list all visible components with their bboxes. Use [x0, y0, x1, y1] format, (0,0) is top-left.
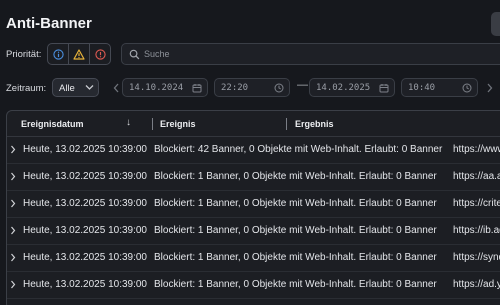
table-header: Ereignisdatum ↓ Ereignis Ergebnis: [7, 111, 500, 137]
chevron-right-icon[interactable]: [10, 253, 16, 262]
column-header-event[interactable]: Ereignis: [160, 119, 196, 129]
row-date: Heute, 13.02.2025 10:39:00: [23, 279, 147, 290]
clock-icon: [274, 83, 284, 93]
row-event: Blockiert: 1 Banner, 0 Objekte mit Web-I…: [154, 171, 437, 182]
column-header-result[interactable]: Ergebnis: [295, 119, 334, 129]
row-result: https://aa.ag: [453, 171, 500, 182]
sort-indicator[interactable]: ↓: [126, 117, 131, 128]
period-label: Zeitraum:: [6, 83, 47, 94]
row-date: Heute, 13.02.2025 10:39:00: [23, 144, 147, 155]
row-result: https://www.t: [453, 144, 500, 155]
row-result: https://ib.adn: [453, 225, 500, 236]
error-icon: [94, 48, 106, 60]
chevron-right-icon[interactable]: [10, 145, 16, 154]
chevron-right-icon[interactable]: [486, 83, 493, 93]
search-placeholder: Suche: [144, 49, 170, 59]
row-event: Blockiert: 1 Banner, 0 Objekte mit Web-I…: [154, 252, 437, 263]
table-row[interactable]: Heute, 13.02.2025 10:39:00 Blockiert: 42…: [7, 137, 500, 164]
chevron-right-icon[interactable]: [10, 226, 16, 235]
row-result: https://ad.y: [453, 279, 500, 290]
priority-warning-button[interactable]: [69, 44, 90, 64]
row-date: Heute, 13.02.2025 10:39:00: [23, 198, 147, 209]
priority-error-button[interactable]: [90, 44, 110, 64]
calendar-icon: [379, 84, 389, 93]
table-row[interactable]: Heute, 13.02.2025 10:39:00 Blockiert: 1 …: [7, 272, 500, 299]
search-input[interactable]: Suche: [121, 43, 500, 65]
chevron-right-icon[interactable]: [10, 199, 16, 208]
events-table: Ereignisdatum ↓ Ereignis Ergebnis Heute,…: [6, 110, 500, 305]
column-header-date[interactable]: Ereignisdatum: [21, 119, 84, 129]
chevron-right-icon[interactable]: [10, 172, 16, 181]
from-date-value: 14.10.2024: [129, 82, 184, 93]
row-result: https://synd: [453, 252, 500, 263]
chevron-left-icon[interactable]: [113, 83, 120, 93]
priority-label: Priorität:: [6, 49, 42, 60]
search-icon: [129, 49, 140, 60]
table-row[interactable]: Heute, 13.02.2025 10:39:00 Blockiert: 1 …: [7, 164, 500, 191]
column-separator[interactable]: [286, 118, 287, 130]
row-event: Blockiert: 1 Banner, 0 Objekte mit Web-I…: [154, 279, 437, 290]
page-title: Anti-Banner: [6, 15, 92, 32]
to-time-value: 10:40: [408, 82, 436, 93]
clock-icon: [462, 83, 472, 93]
from-time-field[interactable]: 22:20: [214, 78, 290, 97]
priority-filter: [47, 43, 111, 65]
table-row[interactable]: Heute, 13.02.2025 10:39:00 Blockiert: 1 …: [7, 191, 500, 218]
chevron-right-icon[interactable]: [10, 280, 16, 289]
row-result: https://criteo: [453, 198, 500, 209]
calendar-icon: [192, 84, 202, 93]
row-event: Blockiert: 42 Banner, 0 Objekte mit Web-…: [154, 144, 443, 155]
row-event: Blockiert: 1 Banner, 0 Objekte mit Web-I…: [154, 225, 437, 236]
priority-info-button[interactable]: [48, 44, 69, 64]
to-date-value: 14.02.2025: [316, 82, 371, 93]
column-separator[interactable]: [152, 118, 153, 130]
to-date-field[interactable]: 14.02.2025: [309, 78, 395, 97]
from-date-field[interactable]: 14.10.2024: [122, 78, 208, 97]
period-select-value: Alle: [59, 82, 75, 94]
row-date: Heute, 13.02.2025 10:39:00: [23, 225, 147, 236]
from-time-value: 22:20: [221, 82, 249, 93]
to-time-field[interactable]: 10:40: [401, 78, 478, 97]
range-separator: —: [297, 79, 308, 91]
corner-button[interactable]: [491, 12, 500, 36]
row-date: Heute, 13.02.2025 10:39:00: [23, 252, 147, 263]
period-select[interactable]: Alle: [52, 78, 99, 97]
info-icon: [52, 48, 64, 60]
table-row[interactable]: Heute, 13.02.2025 10:39:00 Blockiert: 1 …: [7, 245, 500, 272]
chevron-down-icon: [85, 85, 94, 90]
row-date: Heute, 13.02.2025 10:39:00: [23, 171, 147, 182]
table-row[interactable]: Heute, 13.02.2025 10:39:00 Blockiert: 1 …: [7, 218, 500, 245]
row-event: Blockiert: 1 Banner, 0 Objekte mit Web-I…: [154, 198, 437, 209]
warning-icon: [73, 48, 85, 60]
